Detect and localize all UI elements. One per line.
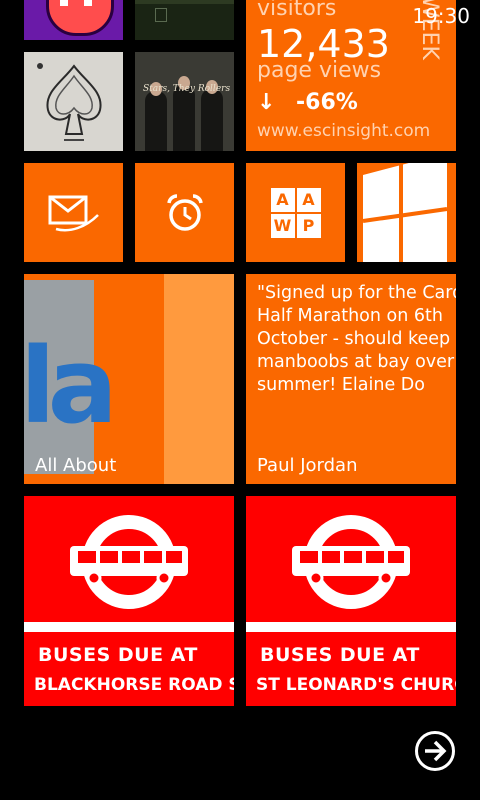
all-about-tile[interactable]: la All About: [24, 274, 234, 484]
bus-tile-divider: [24, 622, 234, 632]
aawp-logo: A A W P: [270, 187, 321, 238]
tfl-bus-roundel-icon: [70, 515, 188, 609]
tfl-bus-roundel-icon: [292, 515, 410, 609]
bus-roundel-area: [246, 496, 456, 622]
bus-tile-st-leonards[interactable]: BUSES DUE AT ST LEONARD'S CHURC: [246, 496, 456, 706]
mail-icon: [48, 195, 99, 231]
buses-due-label: BUSES DUE AT: [260, 644, 420, 666]
all-about-strip: [164, 274, 234, 484]
band-member: [201, 89, 223, 151]
mail-tile[interactable]: [24, 163, 123, 262]
album-art-tile-band[interactable]: Stars, They Rollers: [135, 52, 234, 151]
down-arrow-icon: ↓: [257, 90, 276, 115]
quote-author: Paul Jordan: [257, 455, 358, 476]
tooth-icon: [84, 0, 92, 6]
right-arrow-icon: [415, 731, 455, 771]
site-url: www.escinsight.com: [257, 121, 431, 141]
bus-tile-divider: [246, 622, 456, 632]
album-script-text: Stars, They Rollers: [143, 84, 231, 94]
bus-tile-blackhorse[interactable]: BUSES DUE AT BLACKHORSE ROAD S: [24, 496, 234, 706]
change-percent: -66%: [296, 90, 358, 115]
band-member: [145, 91, 167, 151]
page-views-label: page views: [257, 58, 382, 83]
windows-logo-icon: [362, 163, 448, 262]
alarm-clock-icon: [166, 193, 203, 231]
photo-tile[interactable]: [135, 0, 234, 40]
aawp-letter: P: [296, 213, 321, 238]
photo-ground: [135, 4, 234, 40]
status-time: 19:30: [412, 4, 470, 28]
album-art-tile-spade[interactable]: [24, 52, 123, 151]
visitors-label: visitors: [257, 0, 337, 21]
band-member: [173, 85, 195, 151]
photo-post: [155, 8, 167, 22]
bus-stop-name: BLACKHORSE ROAD S: [34, 675, 234, 695]
all-about-art-letters: la: [24, 325, 118, 447]
tooth-icon: [60, 0, 68, 6]
quote-text: "Signed up for the Cardiff Half Marathon…: [257, 283, 456, 395]
store-tile[interactable]: [357, 163, 456, 262]
aawp-tile[interactable]: A A W P: [246, 163, 345, 262]
app-list-arrow-button[interactable]: [414, 730, 456, 772]
buses-due-label: BUSES DUE AT: [38, 644, 198, 666]
bus-roundel-area: [24, 496, 234, 622]
aawp-letter: A: [270, 187, 295, 212]
game-tile[interactable]: [24, 0, 123, 40]
aawp-letter: W: [270, 213, 295, 238]
bus-stop-name: ST LEONARD'S CHURC: [256, 675, 456, 695]
alarms-tile[interactable]: [135, 163, 234, 262]
monster-mouth-icon: [46, 0, 114, 36]
spade-icon: [37, 63, 102, 141]
aawp-letter: A: [296, 187, 321, 212]
all-about-label: All About: [35, 455, 117, 476]
all-about-image: la: [24, 280, 118, 474]
people-quote-tile[interactable]: "Signed up for the Cardiff Half Marathon…: [246, 274, 456, 484]
